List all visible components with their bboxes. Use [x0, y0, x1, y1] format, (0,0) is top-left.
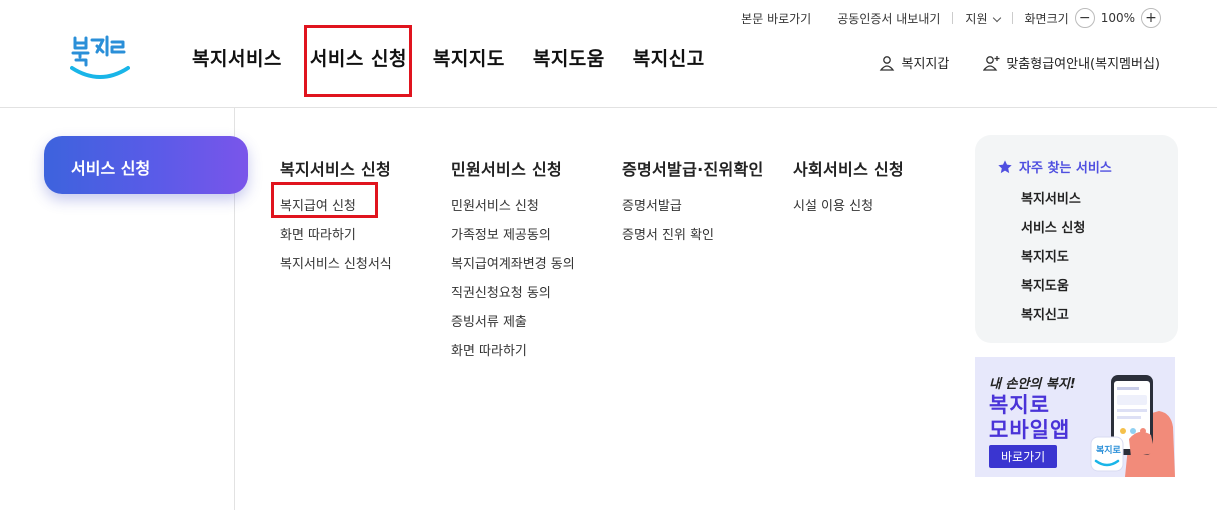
banner-go-button[interactable]: 바로가기 [989, 445, 1058, 468]
site-logo[interactable] [70, 30, 130, 86]
menu-item-screen-guide[interactable]: 화면 따라하기 [451, 340, 575, 369]
menu-item-certificate-verify[interactable]: 증명서 진위 확인 [622, 224, 764, 253]
menu-column-certificate: 증명서발급·진위확인 증명서발급 증명서 진위 확인 [622, 156, 764, 253]
column-title[interactable]: 복지서비스 신청 [280, 156, 392, 180]
menu-item-civil-apply[interactable]: 민원서비스 신청 [451, 195, 575, 224]
banner-title: 복지로 모바일앱 [989, 393, 1070, 443]
favorite-services-box: 자주 찾는 서비스 복지서비스 서비스 신청 복지지도 복지도움 복지신고 [975, 135, 1178, 343]
menu-column-welfare-apply: 복지서비스 신청 복지급여 신청 화면 따라하기 복지서비스 신청서식 [280, 156, 392, 282]
zoom-value: 100% [1100, 11, 1135, 25]
cert-export-link[interactable]: 공동인증서 내보내기 [837, 10, 940, 27]
highlight-box [304, 25, 412, 97]
favorite-item[interactable]: 복지서비스 [1021, 188, 1178, 217]
favorite-item[interactable]: 서비스 신청 [1021, 217, 1178, 246]
skip-to-content-link[interactable]: 본문 바로가기 [741, 10, 811, 27]
banner-title-line1: 복지로 [989, 393, 1050, 417]
menu-column-civil-apply: 민원서비스 신청 민원서비스 신청 가족정보 제공동의 복지급여계좌변경 동의 … [451, 156, 575, 369]
menu-item-apply-forms[interactable]: 복지서비스 신청서식 [280, 253, 392, 282]
zoom-label: 화면크기 [1024, 11, 1069, 26]
zoom-out-button[interactable]: − [1074, 8, 1095, 28]
favorite-item[interactable]: 복지신고 [1021, 304, 1178, 333]
menu-column-social-service: 사회서비스 신청 시설 이용 신청 [793, 156, 904, 224]
user-icon [880, 55, 895, 71]
column-title[interactable]: 사회서비스 신청 [793, 156, 904, 180]
favorites-title: 자주 찾는 서비스 [1019, 161, 1112, 176]
menu-item-ex-officio-consent[interactable]: 직권신청요청 동의 [451, 282, 575, 311]
membership-link[interactable]: 맞춤형급여안내(복지멤버십) [983, 53, 1160, 72]
user-add-icon [983, 55, 1000, 71]
nav-welfare-help[interactable]: 복지도움 [533, 44, 605, 71]
menu-item-facility-apply[interactable]: 시설 이용 신청 [793, 195, 904, 224]
zoom-in-button[interactable]: + [1141, 8, 1161, 28]
banner-title-line2: 모바일앱 [989, 418, 1071, 442]
column-title[interactable]: 민원서비스 신청 [451, 156, 575, 180]
mobile-app-banner[interactable]: 내 손안의 복지! 복지로 모바일앱 바로가기 복지로 [975, 357, 1175, 477]
nav-welfare-report[interactable]: 복지신고 [633, 44, 705, 71]
main-navigation: 복지서비스 서비스 신청 복지지도 복지도움 복지신고 [192, 44, 733, 71]
column-title[interactable]: 증명서발급·진위확인 [622, 156, 764, 180]
divider [1011, 12, 1013, 24]
divider [952, 12, 954, 24]
welfare-wallet-label: 복지지갑 [901, 57, 950, 72]
membership-label: 맞춤형급여안내(복지멤버십) [1006, 57, 1160, 72]
section-title-pill: 서비스 신청 [44, 136, 248, 194]
favorite-item[interactable]: 복지지도 [1021, 246, 1178, 275]
welfare-wallet-link[interactable]: 복지지갑 [879, 53, 949, 72]
nav-welfare-service[interactable]: 복지서비스 [192, 44, 282, 71]
menu-item-document-submit[interactable]: 증빙서류 제출 [451, 311, 575, 340]
menu-item-account-change-consent[interactable]: 복지급여계좌변경 동의 [451, 253, 575, 282]
star-icon [998, 159, 1012, 173]
phone-in-hand-icon [1090, 375, 1175, 477]
zoom-control: 화면크기 − 100% + [1025, 8, 1167, 28]
banner-tagline: 내 손안의 복지! [989, 377, 1076, 392]
utility-bar: 본문 바로가기 공동인증서 내보내기 지원 화면크기 − 100% + [741, 8, 1167, 28]
app-icon-label: 복지로 [1096, 446, 1121, 456]
favorite-item[interactable]: 복지도움 [1021, 275, 1178, 304]
support-label: 지원 [965, 11, 988, 26]
menu-item-certificate-issue[interactable]: 증명서발급 [622, 195, 764, 224]
header-divider [0, 107, 1217, 108]
highlight-box [271, 182, 378, 218]
chevron-down-icon [992, 13, 1001, 22]
support-dropdown[interactable]: 지원 [965, 10, 1001, 27]
menu-item-screen-guide[interactable]: 화면 따라하기 [280, 224, 392, 253]
nav-welfare-map[interactable]: 복지지도 [433, 44, 505, 71]
menu-item-family-consent[interactable]: 가족정보 제공동의 [451, 224, 575, 253]
logo-icon [70, 35, 130, 79]
header-links: 복지지갑 맞춤형급여안내(복지멤버십) [879, 53, 1160, 72]
